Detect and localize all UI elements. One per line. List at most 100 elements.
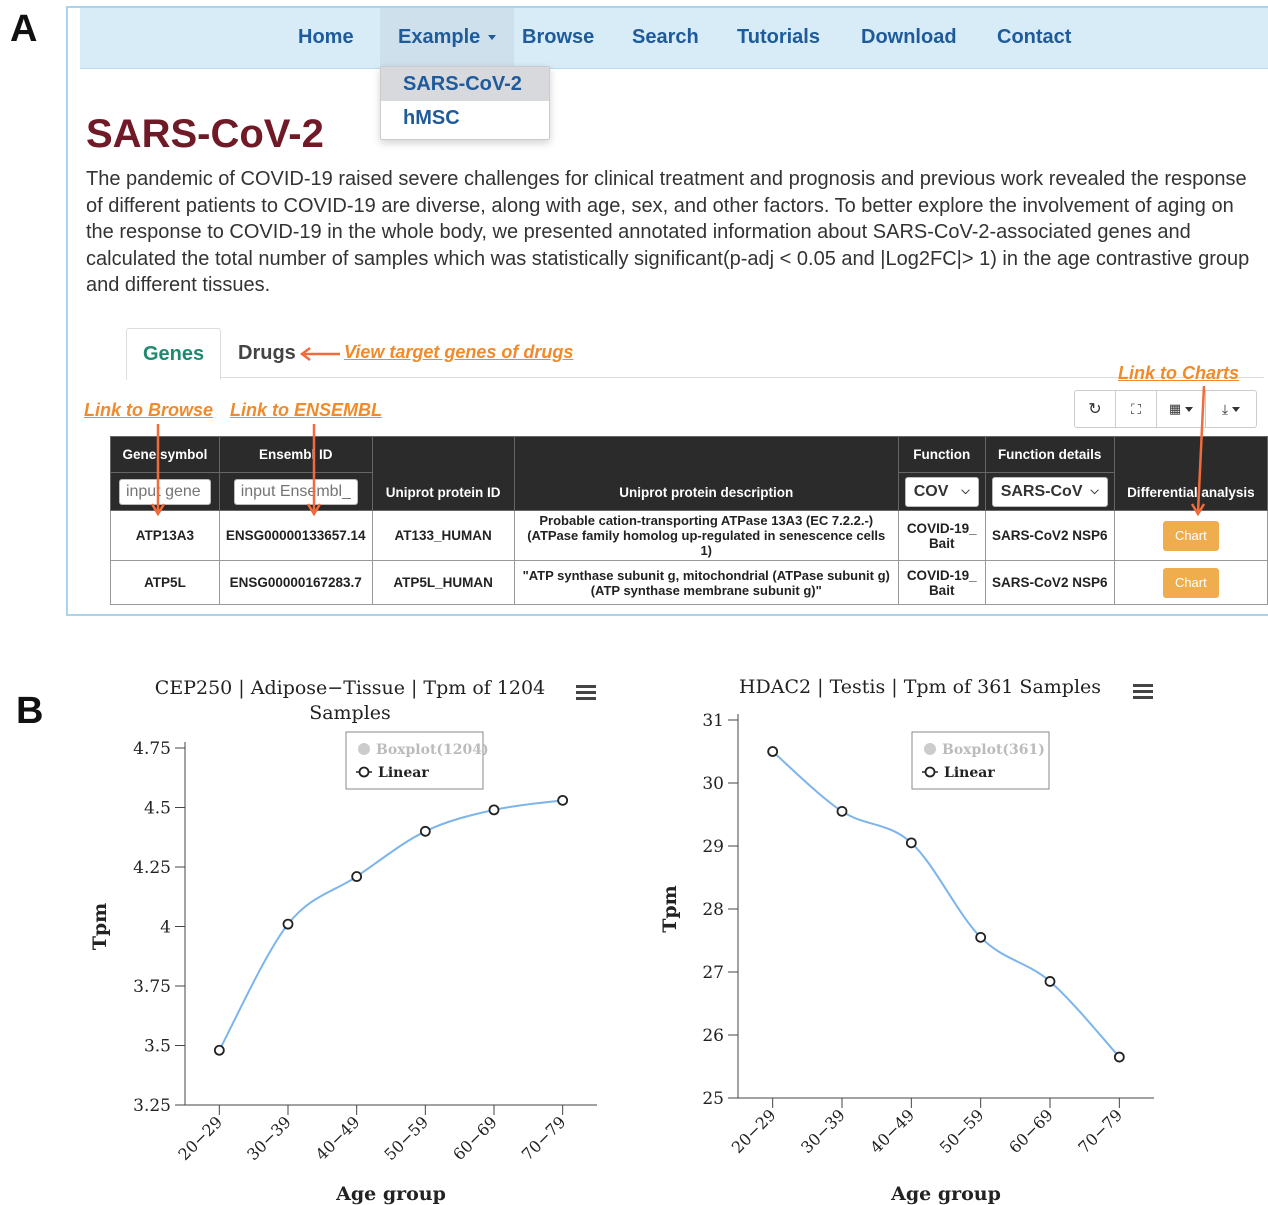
y-tick-label: 4.5 <box>144 799 171 819</box>
series-line-linear <box>218 799 563 1051</box>
menu-icon <box>576 685 596 688</box>
dropdown-item-hmsc[interactable]: hMSC <box>381 101 549 135</box>
arrow-left-icon <box>299 347 340 361</box>
function-cell: COVID-19_Bait <box>897 510 986 561</box>
x-tick-label: 20−29 <box>728 1105 780 1157</box>
x-tick-label: 70−79 <box>518 1112 570 1164</box>
nav-download[interactable]: Download <box>843 8 975 68</box>
function-details-cell: SARS-CoV2 NSP6 <box>984 560 1115 605</box>
table-row: ATP5L ENSG00000167283.7 ATP5L_HUMAN "ATP… <box>110 560 1268 605</box>
annotation-drugs: View target genes of drugs <box>344 342 574 362</box>
annotation-browse: Link to Browse <box>84 400 214 420</box>
line-chart-hdac2: HDAC2 | Testis | Tpm of 361 Samples 31 30 2… <box>659 676 1154 1205</box>
panel-label-b: B <box>16 690 44 732</box>
table-toolbar: ↻ ⛶ ▦ ⤓ <box>1074 390 1257 428</box>
menu-icon <box>1133 696 1153 699</box>
data-point <box>488 804 500 816</box>
y-axis-label: Tpm <box>659 885 681 933</box>
legend-label-boxplot: Boxplot(361) <box>942 742 1045 758</box>
data-point <box>351 871 363 882</box>
col-uniprot-desc[interactable]: Uniprot protein description <box>513 436 899 511</box>
x-tick-label: 50−59 <box>380 1112 432 1164</box>
x-tick-label: 40−49 <box>866 1105 918 1157</box>
table-row: ATP13A3 ENSG00000133657.14 AT133_HUMAN P… <box>110 510 1268 561</box>
y-tick-label: 28 <box>702 900 724 920</box>
genes-table: Gene symbol Ensembl ID Uniprot protein I… <box>110 436 1268 605</box>
menu-icon <box>576 697 596 700</box>
col-ensembl-id[interactable]: Ensembl ID <box>218 436 373 473</box>
nav-tutorials[interactable]: Tutorials <box>719 8 838 68</box>
legend-label-boxplot: Boxplot(1204) <box>376 742 489 758</box>
y-tick-label: 26 <box>702 1026 724 1046</box>
series-line-linear <box>772 750 1121 1058</box>
caret-down-icon <box>1232 406 1241 412</box>
uniprot-desc-cell: "ATP synthase subunit g, mitochondrial (… <box>513 560 899 605</box>
details-filter-select[interactable]: SARS-CoV ⌵ <box>991 476 1108 507</box>
chart-title: HDAC2 | Testis | Tpm of 361 Samples <box>739 676 1101 698</box>
caret-down-icon <box>488 35 497 41</box>
grid-icon: ▦ <box>1168 401 1182 416</box>
y-tick-label: 27 <box>702 963 724 983</box>
nav-search[interactable]: Search <box>614 8 717 68</box>
ensembl-link[interactable]: ENSG00000133657.14 <box>218 510 373 561</box>
y-tick-label: 29 <box>702 837 724 857</box>
legend-marker-boxplot <box>358 743 370 755</box>
ensembl-filter-input[interactable] <box>233 478 358 505</box>
menu-icon <box>1133 690 1153 693</box>
y-tick-label: 4.25 <box>133 858 171 878</box>
y-tick-label: 4.75 <box>133 739 171 759</box>
export-button[interactable]: ⤓ <box>1206 391 1256 427</box>
diff-cell: Chart <box>1113 510 1268 561</box>
col-gene-symbol[interactable]: Gene symbol <box>110 436 220 473</box>
data-point <box>767 746 779 757</box>
x-tick-label: 60−69 <box>1005 1105 1057 1157</box>
refresh-icon: ↻ <box>1088 401 1102 418</box>
x-axis-label: Age group <box>335 1183 446 1205</box>
uniprot-id-cell: AT133_HUMAN <box>371 510 515 561</box>
x-axis-label: Age group <box>890 1183 1001 1205</box>
nav-example[interactable]: Example <box>380 8 515 68</box>
gene-link[interactable]: ATP13A3 <box>110 510 220 561</box>
col-function[interactable]: Function <box>897 436 986 473</box>
x-tick-label: 20−29 <box>174 1112 226 1164</box>
function-filter-value: COV <box>913 482 949 500</box>
x-tick-label: 50−59 <box>936 1105 988 1157</box>
menu-icon <box>1133 684 1153 687</box>
col-function-details[interactable]: Function details <box>984 436 1115 473</box>
panel-label-a: A <box>10 8 38 50</box>
diff-cell: Chart <box>1113 560 1268 605</box>
x-tick-label: 70−79 <box>1074 1105 1126 1157</box>
data-point <box>836 805 848 817</box>
col-differential-analysis[interactable]: Differential analysis <box>1113 436 1268 511</box>
gene-filter-input[interactable] <box>118 478 211 505</box>
chart-button[interactable]: Chart <box>1162 567 1219 598</box>
example-dropdown-menu: SARS-CoV-2 hMSC <box>380 66 550 140</box>
line-chart-cep250: CEP250 | Adipose−Tissue | Tpm of 1204 Sam… <box>89 677 597 1205</box>
fullscreen-button[interactable]: ⛶ <box>1116 391 1157 427</box>
nav-home[interactable]: Home <box>280 8 372 68</box>
nav-browse[interactable]: Browse <box>504 8 612 68</box>
data-point <box>975 931 987 943</box>
dropdown-item-sars-cov-2[interactable]: SARS-CoV-2 <box>381 67 549 101</box>
data-point <box>1044 976 1056 987</box>
uniprot-id-cell: ATP5L_HUMAN <box>371 560 515 605</box>
function-details-cell: SARS-CoV2 NSP6 <box>984 510 1115 561</box>
y-tick-label: 25 <box>702 1089 724 1109</box>
chevron-down-icon: ⌵ <box>1090 485 1099 497</box>
refresh-button[interactable]: ↻ <box>1075 391 1116 427</box>
col-uniprot-id[interactable]: Uniprot protein ID <box>371 436 515 511</box>
function-filter-select[interactable]: COV ⌵ <box>904 476 979 507</box>
columns-button[interactable]: ▦ <box>1157 391 1206 427</box>
data-point <box>905 837 917 849</box>
chart-button[interactable]: Chart <box>1162 520 1219 551</box>
caret-down-icon <box>1185 406 1194 412</box>
nav-contact[interactable]: Contact <box>979 8 1089 68</box>
x-tick-label: 30−39 <box>243 1112 295 1164</box>
data-point <box>557 794 569 806</box>
gene-link[interactable]: ATP5L <box>110 560 220 605</box>
x-tick-label: 30−39 <box>797 1105 849 1157</box>
legend-marker-linear <box>924 766 936 778</box>
tab-genes[interactable]: Genes <box>126 328 222 380</box>
y-tick-label: 3.5 <box>144 1037 171 1057</box>
ensembl-link[interactable]: ENSG00000167283.7 <box>218 560 373 605</box>
